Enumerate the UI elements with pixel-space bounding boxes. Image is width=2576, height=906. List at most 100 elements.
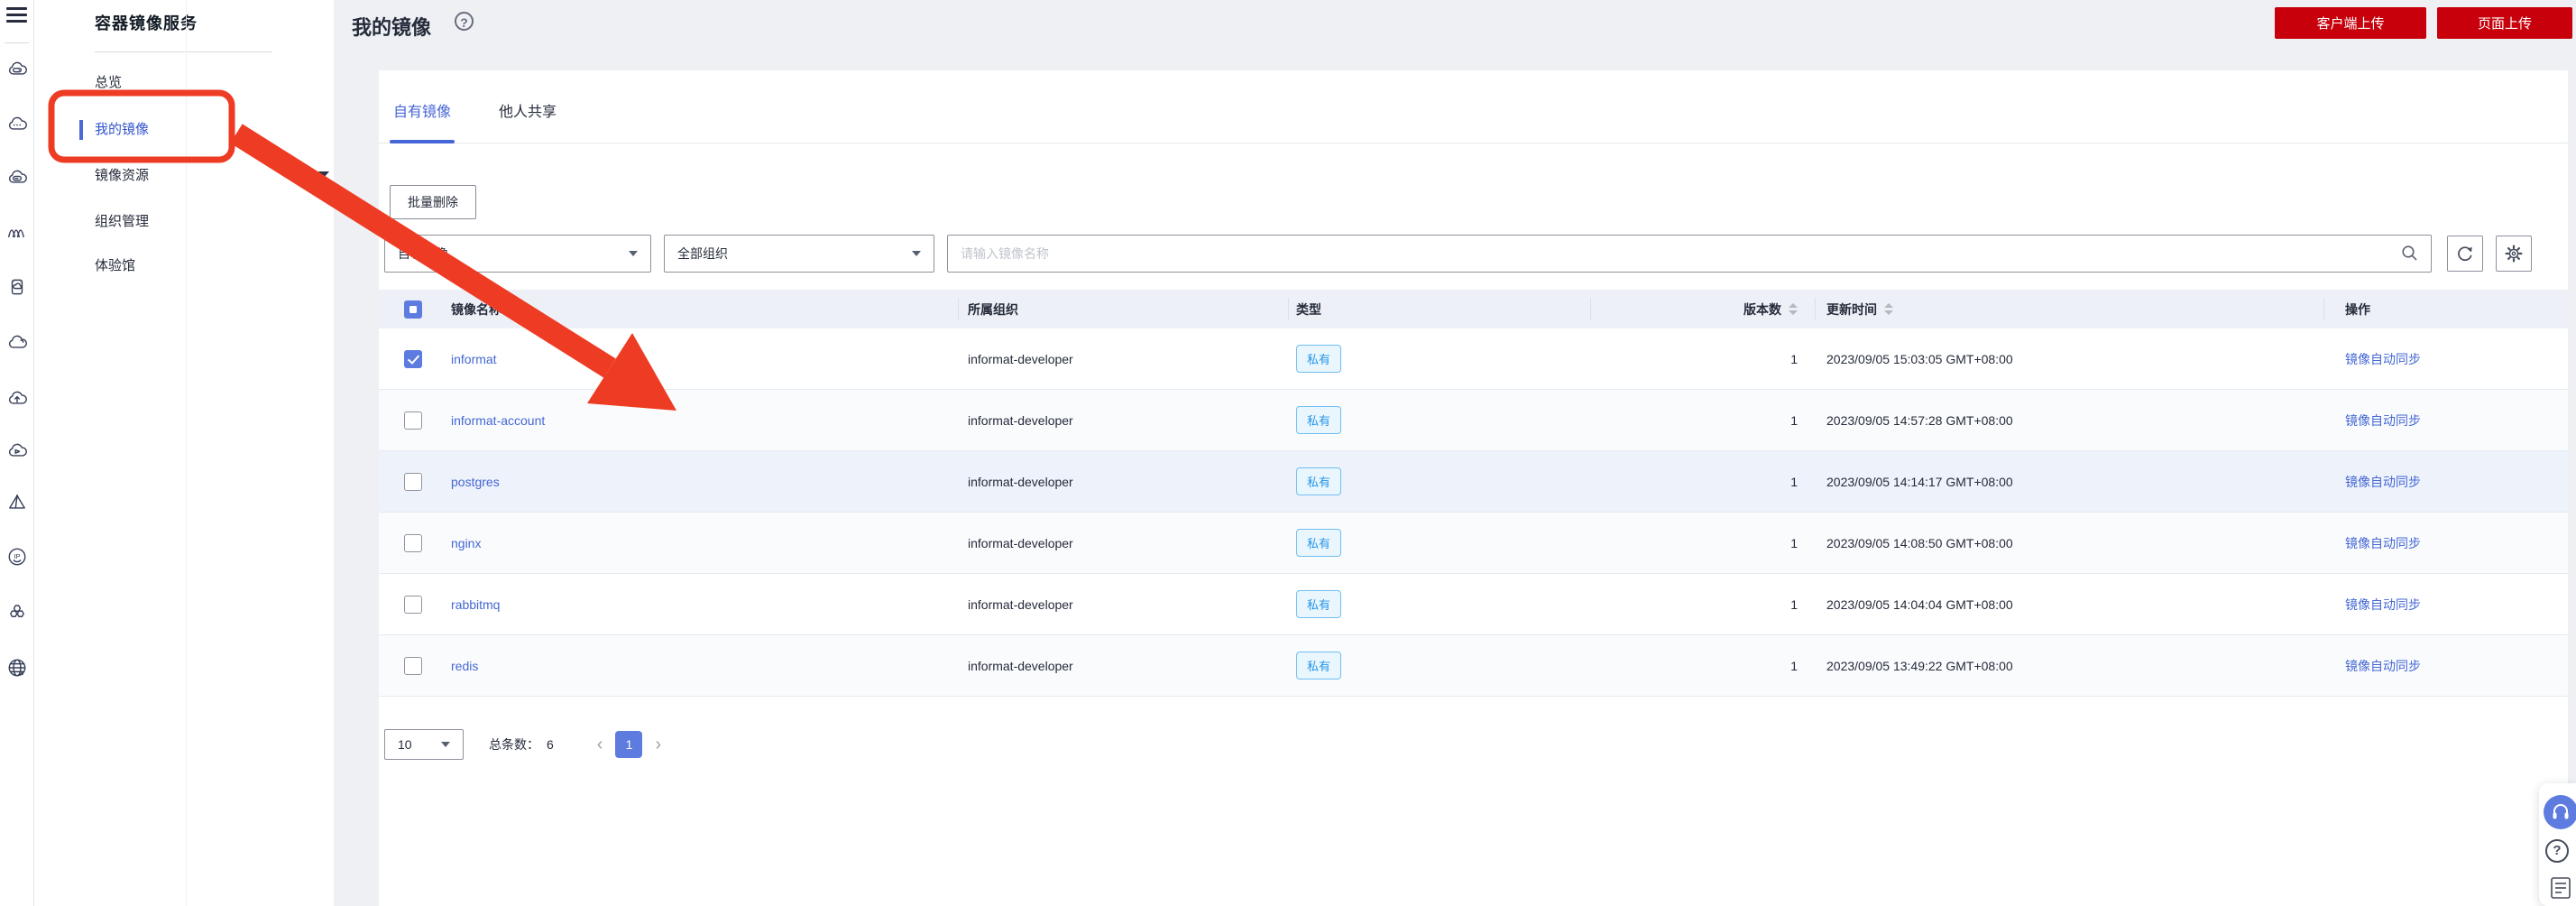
auto-sync-link[interactable]: 镜像自动同步 <box>2345 473 2421 491</box>
updated-value: 2023/09/05 14:08:50 GMT+08:00 <box>1826 535 2013 550</box>
org-value: informat-developer <box>968 412 1073 428</box>
batch-delete-button[interactable]: 批量删除 <box>390 185 476 219</box>
column-header-versions[interactable]: 版本数 <box>1624 290 1798 328</box>
type-badge: 私有 <box>1296 467 1342 495</box>
prev-page-button[interactable]: ‹ <box>597 731 603 758</box>
cloud-document-icon[interactable] <box>6 276 28 298</box>
sidebar-item-org-management[interactable]: 组织管理 <box>95 210 149 234</box>
table-row: informat informat-developer 私有 1 2023/09… <box>379 328 2568 390</box>
image-name-link[interactable]: informat <box>451 352 497 366</box>
org-value: informat-developer <box>968 474 1073 489</box>
cluster-icon[interactable] <box>6 601 28 623</box>
customer-service-icon[interactable] <box>2544 795 2576 829</box>
image-name-link[interactable]: redis <box>451 659 478 673</box>
current-page-button[interactable]: 1 <box>615 731 643 758</box>
type-badge: 私有 <box>1296 590 1342 618</box>
sort-icon[interactable] <box>509 303 518 315</box>
org-value: informat-developer <box>968 351 1073 366</box>
image-name-link[interactable]: nginx <box>451 536 481 550</box>
table-row: redis informat-developer 私有 1 2023/09/05… <box>379 635 2568 697</box>
page-upload-button[interactable]: 页面上传 <box>2437 7 2572 39</box>
cloud-server-icon[interactable] <box>6 59 28 80</box>
table-header-row: 镜像名称 所属组织 类型 版本数 更新时间 操作 <box>379 290 2568 328</box>
auto-sync-link[interactable]: 镜像自动同步 <box>2345 657 2421 675</box>
help-icon[interactable]: ? <box>2545 839 2569 863</box>
image-name-link[interactable]: rabbitmq <box>451 597 500 612</box>
sidebar-divider <box>95 51 272 52</box>
cloud-share-icon[interactable] <box>6 440 28 462</box>
auto-sync-link[interactable]: 镜像自动同步 <box>2345 350 2421 368</box>
auto-sync-link[interactable]: 镜像自动同步 <box>2345 534 2421 552</box>
cloud-upload-icon[interactable] <box>6 388 28 410</box>
ip-icon[interactable]: IP <box>6 546 28 568</box>
sidebar-item-overview[interactable]: 总览 <box>95 71 122 95</box>
document-icon[interactable] <box>2550 876 2573 904</box>
tab-bar: 自有镜像 他人共享 <box>379 70 2568 143</box>
updated-value: 2023/09/05 14:04:04 GMT+08:00 <box>1826 596 2013 612</box>
globe-icon[interactable]: w <box>6 657 28 679</box>
org-value: informat-developer <box>968 658 1073 673</box>
auto-sync-link[interactable]: 镜像自动同步 <box>2345 596 2421 614</box>
table-row: informat-account informat-developer 私有 1… <box>379 390 2568 451</box>
rail-divider <box>5 42 29 43</box>
org-value: informat-developer <box>968 596 1073 612</box>
menu-icon[interactable] <box>6 7 27 23</box>
updated-value: 2023/09/05 15:03:05 GMT+08:00 <box>1826 351 2013 366</box>
org-filter-select[interactable]: 全部组织 <box>664 235 934 273</box>
table-row: postgres informat-developer 私有 1 2023/09… <box>379 451 2568 513</box>
column-header-name[interactable]: 镜像名称 <box>451 290 518 328</box>
refresh-icon <box>2458 246 2472 262</box>
type-badge: 私有 <box>1296 652 1342 680</box>
row-checkbox[interactable] <box>404 472 422 491</box>
auto-sync-link[interactable]: 镜像自动同步 <box>2345 411 2421 430</box>
chevron-down-icon[interactable] <box>318 171 329 178</box>
next-page-button[interactable]: › <box>655 731 661 758</box>
type-badge: 私有 <box>1296 529 1342 557</box>
total-count: 总条数： 6 <box>489 737 554 752</box>
column-header-org: 所属组织 <box>968 301 1018 317</box>
floating-dock: ? <box>2539 783 2576 906</box>
search-input[interactable] <box>948 246 2400 261</box>
updated-value: 2023/09/05 14:14:17 GMT+08:00 <box>1826 474 2013 489</box>
sidebar-item-experience-hall[interactable]: 体验馆 <box>95 254 135 278</box>
type-badge: 私有 <box>1296 406 1342 434</box>
active-indicator-bar <box>79 120 83 140</box>
cloud-icon[interactable] <box>6 332 28 354</box>
row-checkbox[interactable] <box>404 349 422 368</box>
icon-rail: IP w <box>0 0 34 906</box>
image-name-link[interactable]: informat-account <box>451 413 545 428</box>
cloud-storage-icon[interactable] <box>6 167 28 189</box>
page-size-select[interactable]: 10 <box>384 729 464 760</box>
row-checkbox[interactable] <box>404 533 422 552</box>
refresh-button[interactable] <box>2447 236 2483 272</box>
select-all-checkbox[interactable] <box>404 300 422 319</box>
chevron-down-icon <box>629 251 638 256</box>
tab-shared-by-others[interactable]: 他人共享 <box>495 99 560 143</box>
content-card: 自有镜像 他人共享 批量删除 自有镜像 全部组织 请输入镜像名称 镜像名称 所属… <box>379 70 2568 906</box>
svg-text:w: w <box>18 670 24 677</box>
sort-icon[interactable] <box>1789 303 1798 315</box>
prism-icon[interactable] <box>6 493 28 514</box>
help-icon[interactable]: ? <box>455 12 474 31</box>
sidebar-item-my-images[interactable]: 我的镜像 <box>95 118 149 142</box>
search-icon[interactable] <box>2400 244 2420 263</box>
row-checkbox[interactable] <box>404 656 422 675</box>
sort-icon[interactable] <box>1884 303 1893 315</box>
row-checkbox[interactable] <box>404 595 422 614</box>
image-scope-select[interactable]: 自有镜像 <box>384 235 651 273</box>
type-badge: 私有 <box>1296 345 1342 373</box>
cloud-dots-icon[interactable] <box>6 114 28 135</box>
waves-icon[interactable] <box>6 221 28 243</box>
sidebar-item-image-resources[interactable]: 镜像资源 <box>95 164 149 188</box>
column-header-operation: 操作 <box>2345 301 2370 317</box>
client-upload-button[interactable]: 客户端上传 <box>2275 7 2426 39</box>
image-name-link[interactable]: postgres <box>451 475 500 489</box>
svg-text:IP: IP <box>14 552 20 560</box>
updated-value: 2023/09/05 14:57:28 GMT+08:00 <box>1826 412 2013 428</box>
row-checkbox[interactable] <box>404 411 422 430</box>
column-settings-button[interactable] <box>2496 236 2532 272</box>
column-header-updated[interactable]: 更新时间 <box>1826 290 1893 328</box>
pagination: 10 总条数： 6 ‹ 1 › <box>384 729 2568 760</box>
tab-own-images[interactable]: 自有镜像 <box>390 99 455 143</box>
versions-value: 1 <box>1790 474 1798 489</box>
